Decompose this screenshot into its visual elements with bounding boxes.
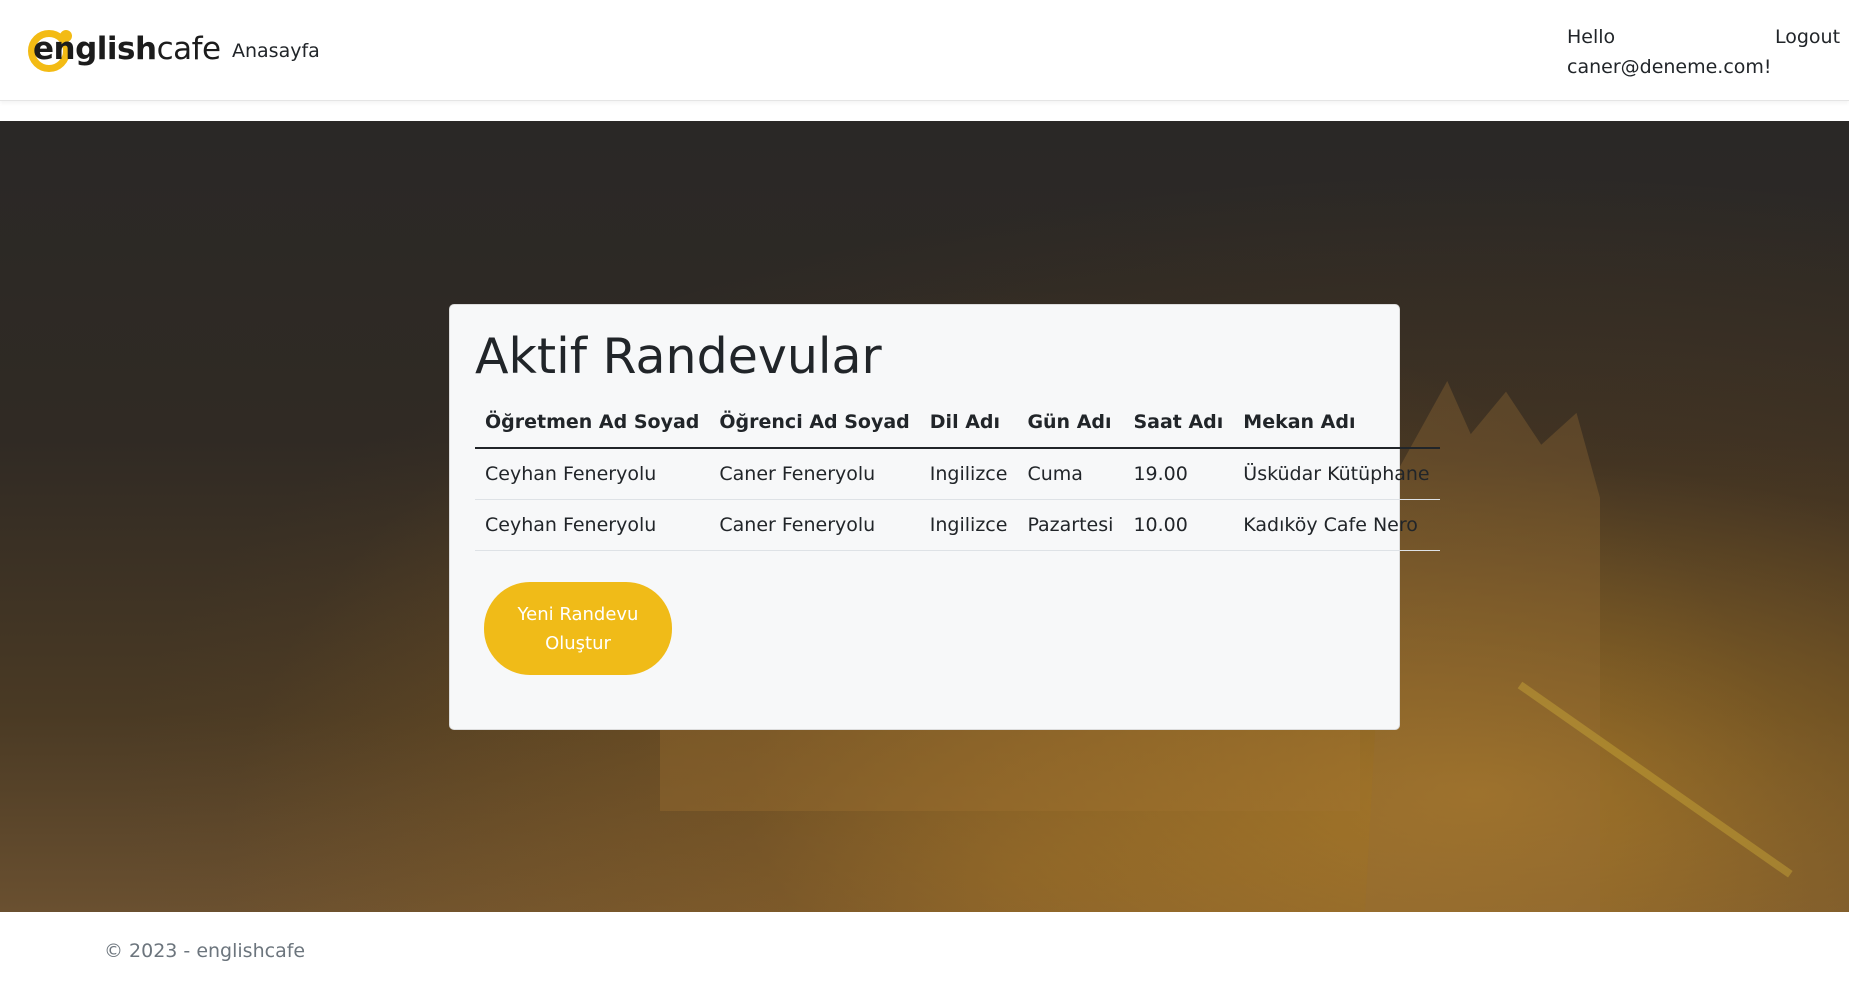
cell-time: 10.00	[1123, 499, 1234, 551]
column-header-language: Dil Adı	[919, 397, 1018, 449]
brand-text: englishcafe	[28, 24, 221, 74]
table-row: Ceyhan Feneryolu Caner Feneryolu Ingiliz…	[475, 448, 1440, 500]
cell-language: Ingilizce	[919, 448, 1018, 500]
logout-link[interactable]: Logout	[1775, 24, 1840, 50]
cell-teacher: Ceyhan Feneryolu	[475, 499, 710, 551]
cell-student: Caner Feneryolu	[709, 448, 920, 500]
appointments-card: Aktif Randevular Öğretmen Ad Soyad Öğren…	[449, 304, 1440, 730]
user-greeting: Hello caner@deneme.com!	[1567, 26, 1772, 78]
cell-location: Üsküdar Kütüphane	[1233, 448, 1440, 500]
footer-copyright: © 2023 - englishcafe	[104, 940, 306, 962]
cell-language: Ingilizce	[919, 499, 1018, 551]
new-appointment-button[interactable]: Yeni Randevu Oluştur	[484, 582, 672, 675]
cell-teacher: Ceyhan Feneryolu	[475, 448, 710, 500]
page-title: Aktif Randevular	[475, 328, 882, 385]
cell-location: Kadıköy Cafe Nero	[1233, 499, 1440, 551]
brand-bold-text: english	[33, 31, 157, 67]
column-header-time: Saat Adı	[1123, 397, 1234, 449]
nav-link-home[interactable]: Anasayfa	[232, 38, 320, 64]
cell-student: Caner Feneryolu	[709, 499, 920, 551]
column-header-day: Gün Adı	[1017, 397, 1124, 449]
column-header-student: Öğrenci Ad Soyad	[709, 397, 920, 449]
column-header-location: Mekan Adı	[1233, 397, 1440, 449]
page-footer: © 2023 - englishcafe	[0, 912, 1849, 988]
table-row: Ceyhan Feneryolu Caner Feneryolu Ingiliz…	[475, 499, 1440, 551]
brand-light-text: cafe	[156, 31, 222, 67]
cell-day: Cuma	[1017, 448, 1124, 500]
table-header-row: Öğretmen Ad Soyad Öğrenci Ad Soyad Dil A…	[475, 397, 1440, 449]
cell-time: 19.00	[1123, 448, 1234, 500]
top-navbar: englishcafe Anasayfa Hello caner@deneme.…	[0, 0, 1849, 101]
cell-day: Pazartesi	[1017, 499, 1124, 551]
brand-logo[interactable]: englishcafe	[28, 24, 221, 74]
column-header-teacher: Öğretmen Ad Soyad	[475, 397, 710, 449]
appointments-table: Öğretmen Ad Soyad Öğrenci Ad Soyad Dil A…	[475, 397, 1440, 551]
